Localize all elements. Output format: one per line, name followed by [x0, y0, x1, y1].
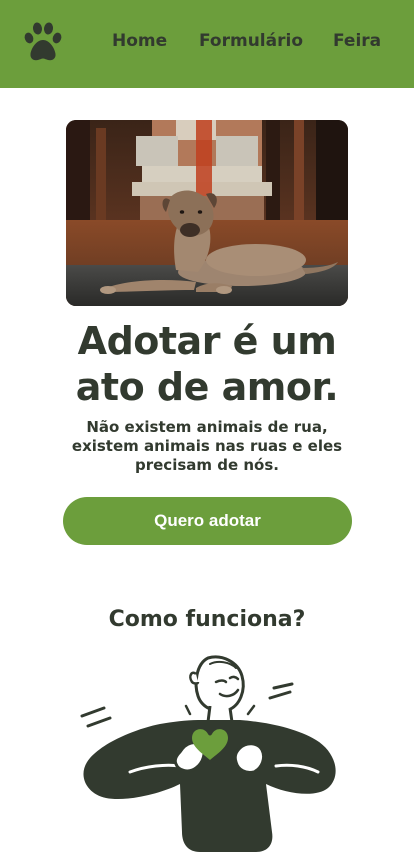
- nav-home[interactable]: Home: [112, 28, 167, 54]
- paw-icon[interactable]: [21, 19, 65, 63]
- nav-formulario[interactable]: Formulário: [199, 28, 303, 54]
- adopt-button[interactable]: Quero adotar: [63, 497, 352, 545]
- site-header: Home Formulário Feira: [0, 0, 414, 88]
- nav-feira[interactable]: Feira: [333, 28, 381, 54]
- person-heart-icon: [70, 648, 340, 856]
- hero-dog-photo: [66, 120, 348, 306]
- how-it-works-title: Como funciona?: [108, 607, 306, 632]
- hero-subtitle: Não existem animais de rua, existem anim…: [71, 418, 343, 474]
- hero-title: Adotar é um ato de amor.: [75, 319, 339, 409]
